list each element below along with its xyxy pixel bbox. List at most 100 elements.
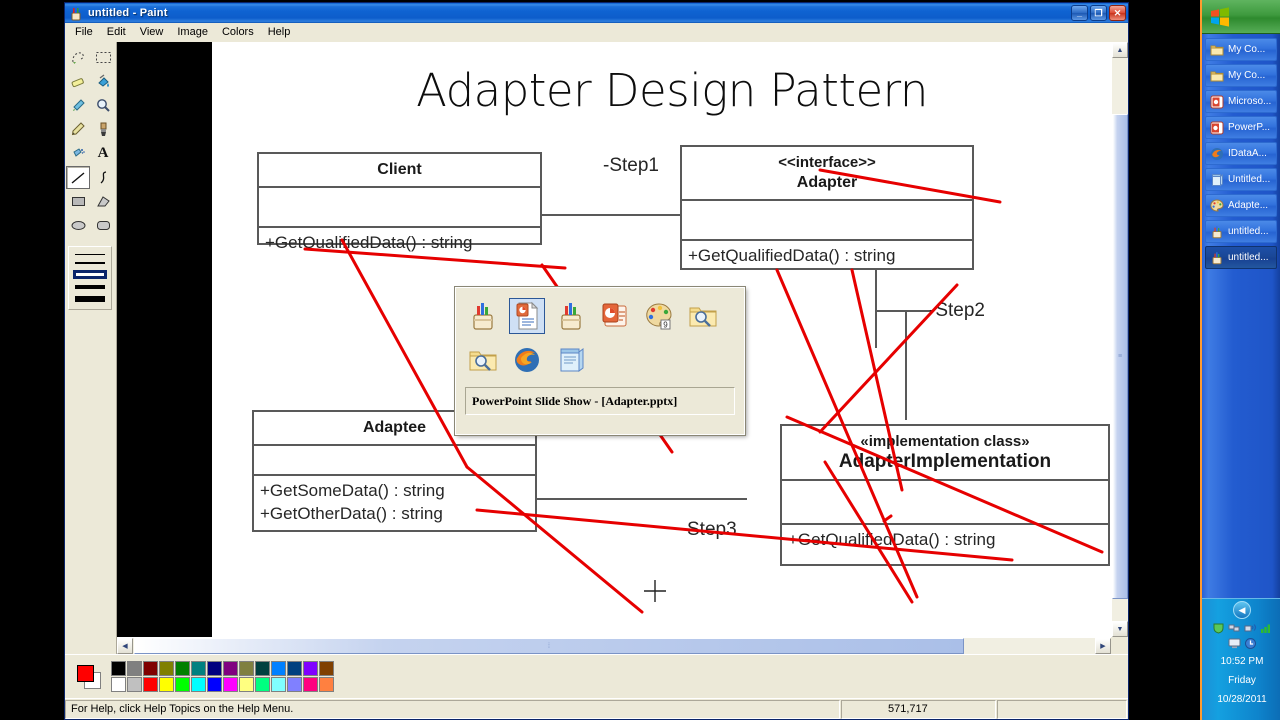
palette-swatch[interactable] bbox=[223, 661, 238, 676]
palette-swatch[interactable] bbox=[159, 661, 174, 676]
foreground-color-swatch[interactable] bbox=[77, 664, 94, 682]
window-titlebar[interactable]: untitled - Paint _ ❐ ✕ bbox=[65, 3, 1128, 23]
scroll-down-button[interactable]: ▼ bbox=[1112, 621, 1128, 637]
taskbar-item[interactable]: untitled... bbox=[1205, 246, 1277, 269]
palette-swatch[interactable] bbox=[319, 661, 334, 676]
fill-with-color-tool[interactable] bbox=[91, 70, 115, 93]
taskbar-item[interactable]: Adapte... bbox=[1205, 194, 1277, 217]
taskbar-item[interactable]: untitled... bbox=[1205, 220, 1277, 243]
uml-class-adapter[interactable]: <<interface>> Adapter +GetQualifiedData(… bbox=[680, 145, 974, 270]
task-switcher[interactable]: 9 PowerPoint Slide Show - [Adapter.pptx] bbox=[454, 286, 746, 436]
palette-swatch[interactable] bbox=[287, 661, 302, 676]
palette-swatch[interactable] bbox=[143, 661, 158, 676]
powerpoint-document-icon[interactable] bbox=[509, 298, 545, 334]
menu-edit[interactable]: Edit bbox=[100, 24, 133, 41]
paint-palette-icon[interactable]: 9 bbox=[641, 298, 677, 334]
palette-swatch[interactable] bbox=[255, 677, 270, 692]
palette-swatch[interactable] bbox=[159, 677, 174, 692]
chevron-left-icon[interactable]: ◀ bbox=[1233, 601, 1251, 619]
palette-swatch[interactable] bbox=[239, 661, 254, 676]
pick-color-tool[interactable] bbox=[66, 94, 90, 117]
free-form-select-tool[interactable] bbox=[66, 46, 90, 69]
notepad-icon[interactable] bbox=[553, 342, 589, 378]
taskbar-item[interactable]: PowerP... bbox=[1205, 116, 1277, 139]
palette-swatch[interactable] bbox=[191, 677, 206, 692]
palette-swatch[interactable] bbox=[303, 677, 318, 692]
palette-swatch[interactable] bbox=[127, 661, 142, 676]
rectangle-select-tool[interactable] bbox=[91, 46, 115, 69]
start-button[interactable] bbox=[1202, 0, 1280, 34]
update-icon[interactable] bbox=[1243, 636, 1257, 650]
palette-swatch[interactable] bbox=[271, 677, 286, 692]
powerpoint-icon[interactable] bbox=[597, 298, 633, 334]
text-tool[interactable]: A bbox=[91, 142, 115, 165]
ellipse-tool[interactable] bbox=[66, 214, 90, 237]
palette-swatch[interactable] bbox=[143, 677, 158, 692]
palette-swatch[interactable] bbox=[319, 677, 334, 692]
palette-swatch[interactable] bbox=[223, 677, 238, 692]
vertical-scroll-thumb[interactable]: ≡ bbox=[1112, 114, 1128, 599]
current-colors[interactable] bbox=[73, 661, 105, 693]
airbrush-tool[interactable] bbox=[66, 142, 90, 165]
horizontal-scroll-thumb[interactable]: ⁞ bbox=[134, 638, 964, 654]
palette-swatch[interactable] bbox=[191, 661, 206, 676]
palette-swatch[interactable] bbox=[111, 677, 126, 692]
menu-image[interactable]: Image bbox=[170, 24, 215, 41]
scroll-left-button[interactable]: ◀ bbox=[117, 638, 133, 654]
uml-class-adapterimplementation[interactable]: «implementation class» AdapterImplementa… bbox=[780, 424, 1110, 566]
line-width-option-2[interactable] bbox=[75, 261, 105, 264]
line-width-option-5[interactable] bbox=[75, 295, 105, 302]
shield-icon[interactable] bbox=[1211, 620, 1225, 634]
palette-swatch[interactable] bbox=[175, 677, 190, 692]
taskbar-item[interactable]: My Co... bbox=[1205, 64, 1277, 87]
line-width-option-1[interactable] bbox=[75, 254, 105, 256]
menu-view[interactable]: View bbox=[133, 24, 171, 41]
menu-help[interactable]: Help bbox=[261, 24, 298, 41]
line-width-option-3-selected[interactable] bbox=[73, 269, 107, 279]
palette-swatch[interactable] bbox=[239, 677, 254, 692]
horizontal-scrollbar[interactable]: ◀ ⁞ ▶ bbox=[117, 637, 1111, 654]
display-icon[interactable] bbox=[1227, 636, 1241, 650]
curve-tool[interactable] bbox=[91, 166, 115, 189]
line-tool[interactable] bbox=[66, 166, 90, 189]
uml-class-client[interactable]: Client +GetQualifiedData() : string bbox=[257, 152, 542, 252]
rounded-rectangle-tool[interactable] bbox=[91, 214, 115, 237]
rectangle-tool[interactable] bbox=[66, 190, 90, 213]
polygon-tool[interactable] bbox=[91, 190, 115, 213]
line-width-selector[interactable] bbox=[68, 246, 112, 310]
palette-swatch[interactable] bbox=[207, 677, 222, 692]
palette-swatch[interactable] bbox=[271, 661, 286, 676]
palette-swatch[interactable] bbox=[255, 661, 270, 676]
signal-icon[interactable] bbox=[1259, 620, 1273, 634]
network-icon[interactable] bbox=[1227, 620, 1241, 634]
menu-file[interactable]: File bbox=[68, 24, 100, 41]
scroll-right-button[interactable]: ▶ bbox=[1095, 638, 1111, 654]
taskbar-item[interactable]: Microso... bbox=[1205, 90, 1277, 113]
folder-search-icon[interactable] bbox=[465, 342, 501, 378]
line-width-option-4[interactable] bbox=[75, 285, 105, 290]
restore-button[interactable]: ❐ bbox=[1090, 5, 1107, 21]
taskbar-item[interactable]: My Co... bbox=[1205, 38, 1277, 61]
scroll-up-button[interactable]: ▲ bbox=[1112, 42, 1128, 58]
magnifier-tool[interactable] bbox=[91, 94, 115, 117]
menu-colors[interactable]: Colors bbox=[215, 24, 261, 41]
pencil-tool[interactable] bbox=[66, 118, 90, 141]
color-swatches[interactable] bbox=[111, 661, 334, 692]
paint-icon[interactable] bbox=[553, 298, 589, 334]
close-button[interactable]: ✕ bbox=[1109, 5, 1126, 21]
palette-swatch[interactable] bbox=[111, 661, 126, 676]
wireless-icon[interactable] bbox=[1243, 620, 1257, 634]
palette-swatch[interactable] bbox=[207, 661, 222, 676]
eraser-tool[interactable] bbox=[66, 70, 90, 93]
folder-search-icon[interactable] bbox=[685, 298, 721, 334]
taskbar-item[interactable]: Untitled... bbox=[1205, 168, 1277, 191]
palette-swatch[interactable] bbox=[175, 661, 190, 676]
taskbar-item[interactable]: IDataA... bbox=[1205, 142, 1277, 165]
brush-tool[interactable] bbox=[91, 118, 115, 141]
minimize-button[interactable]: _ bbox=[1071, 5, 1088, 21]
palette-swatch[interactable] bbox=[127, 677, 142, 692]
palette-swatch[interactable] bbox=[287, 677, 302, 692]
palette-swatch[interactable] bbox=[303, 661, 318, 676]
firefox-icon[interactable] bbox=[509, 342, 545, 378]
vertical-scrollbar[interactable]: ▲ ≡ ▼ bbox=[1111, 42, 1128, 637]
